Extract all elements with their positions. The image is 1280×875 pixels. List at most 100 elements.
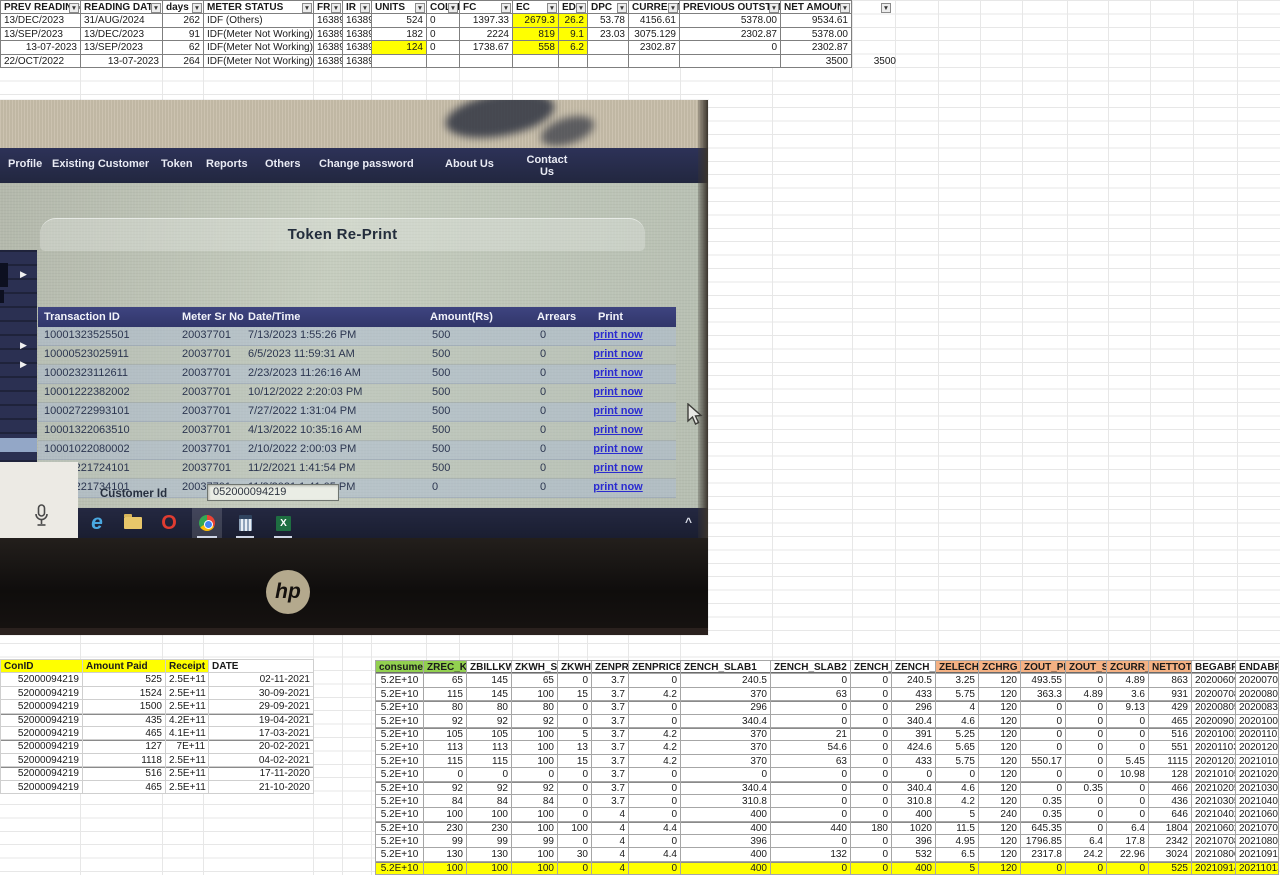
- sheet-cell[interactable]: 20210402: [1192, 808, 1236, 822]
- sheet-cell[interactable]: 0: [629, 794, 681, 809]
- menu-item-token[interactable]: Token: [161, 158, 193, 170]
- column-header[interactable]: NET AMOUNT ▼: [781, 1, 852, 15]
- sheet-cell[interactable]: 5: [558, 727, 592, 742]
- filter-arrow-icon[interactable]: ▼: [547, 2, 557, 13]
- sheet-cell[interactable]: 4.2: [936, 794, 979, 809]
- sheet-cell[interactable]: 310.8: [892, 794, 936, 809]
- print-now-link[interactable]: print now: [566, 367, 670, 379]
- filter-arrow-icon[interactable]: ▼: [69, 2, 79, 13]
- sheet-cell[interactable]: 6.4: [1066, 835, 1107, 849]
- sheet-cell[interactable]: 370: [681, 754, 771, 769]
- sheet-cell[interactable]: 3.7: [592, 701, 629, 715]
- sheet-cell[interactable]: 9534.61: [781, 14, 852, 28]
- sheet-cell[interactable]: [680, 54, 781, 68]
- sheet-cell[interactable]: 493.55: [1021, 674, 1066, 688]
- sheet-cell[interactable]: 4.2: [629, 687, 681, 702]
- column-header[interactable]: days ▼: [163, 1, 204, 15]
- sheet-cell[interactable]: 92: [467, 714, 512, 728]
- sheet-cell[interactable]: 5.2E+10: [376, 714, 424, 728]
- sheet-cell[interactable]: 3500: [781, 54, 852, 68]
- folder-icon[interactable]: [122, 512, 144, 534]
- sheet-cell[interactable]: 0: [851, 727, 892, 742]
- sheet-cell[interactable]: 370: [681, 687, 771, 702]
- sheet-cell[interactable]: 04-02-2021: [209, 753, 314, 768]
- sheet-cell[interactable]: 84: [512, 794, 558, 809]
- sheet-cell[interactable]: 52000094219: [1, 767, 83, 781]
- sheet-cell[interactable]: 4.6: [936, 781, 979, 795]
- sheet-cell[interactable]: 0: [512, 768, 558, 782]
- print-now-link[interactable]: print now: [566, 386, 670, 398]
- sheet-cell[interactable]: IDF(Meter Not Working): [204, 27, 314, 42]
- sheet-cell[interactable]: 100: [512, 808, 558, 822]
- sheet-cell[interactable]: 20200805: [1192, 701, 1236, 715]
- sheet-cell[interactable]: 340.4: [681, 714, 771, 728]
- sheet-cell[interactable]: 436: [1149, 794, 1192, 809]
- sheet-cell[interactable]: 20210914: [1192, 861, 1236, 875]
- sheet-cell[interactable]: 400: [681, 808, 771, 822]
- sheet-cell[interactable]: 80: [424, 701, 467, 715]
- sheet-cell[interactable]: 5.2E+10: [376, 848, 424, 862]
- sheet-cell[interactable]: 0: [1066, 727, 1107, 742]
- sheet-cell[interactable]: 3.6: [1107, 687, 1149, 702]
- sheet-cell[interactable]: 3.7: [592, 754, 629, 769]
- sheet-cell[interactable]: 20201002: [1192, 727, 1236, 742]
- sheet-cell[interactable]: IDF(Meter Not Working): [204, 54, 314, 68]
- sheet-cell[interactable]: 2317.8: [1021, 848, 1066, 862]
- sheet-cell[interactable]: 120: [979, 794, 1021, 809]
- column-header[interactable]: ZELECH_DU: [936, 661, 979, 675]
- sheet-cell[interactable]: 931: [1149, 687, 1192, 702]
- sheet-cell[interactable]: 92: [424, 714, 467, 728]
- sheet-cell[interactable]: 296: [892, 701, 936, 715]
- sheet-cell[interactable]: 2679.3: [513, 14, 559, 28]
- sheet-cell[interactable]: 53.78: [588, 14, 629, 28]
- sheet-cell[interactable]: 370: [681, 727, 771, 742]
- sheet-cell[interactable]: 91: [163, 27, 204, 42]
- sheet-cell[interactable]: 20200708: [1192, 687, 1236, 702]
- sheet-cell[interactable]: 120: [979, 701, 1021, 715]
- filter-arrow-icon[interactable]: ▼: [331, 2, 341, 13]
- sheet-cell[interactable]: 0: [629, 701, 681, 715]
- sheet-cell[interactable]: 0: [1107, 741, 1149, 755]
- sheet-cell[interactable]: 0: [771, 861, 851, 875]
- sheet-cell[interactable]: 0: [1107, 781, 1149, 795]
- sheet-cell[interactable]: 100: [512, 848, 558, 862]
- sheet-cell[interactable]: 0: [1021, 714, 1066, 728]
- column-header[interactable]: FR ▼: [314, 1, 343, 15]
- column-header[interactable]: ZENCH_SL: [851, 661, 892, 675]
- sheet-cell[interactable]: 9.13: [1107, 701, 1149, 715]
- sheet-cell[interactable]: 115: [467, 754, 512, 769]
- sheet-cell[interactable]: 0: [771, 835, 851, 849]
- sheet-cell[interactable]: 5378.00: [781, 27, 852, 42]
- sheet-cell[interactable]: 0: [771, 701, 851, 715]
- sheet-cell[interactable]: 0: [629, 861, 681, 875]
- sheet-cell[interactable]: 92: [467, 781, 512, 795]
- sheet-cell[interactable]: 2.5E+11: [166, 753, 209, 768]
- column-header[interactable]: ZENPRICE: [592, 661, 629, 675]
- sheet-cell[interactable]: 120: [979, 848, 1021, 862]
- menu-item-about-us[interactable]: About Us: [445, 158, 494, 170]
- sheet-cell[interactable]: 5.2E+10: [376, 768, 424, 782]
- sheet-cell[interactable]: 4.2: [629, 727, 681, 742]
- sheet-cell[interactable]: 0: [1021, 768, 1066, 782]
- sheet-cell[interactable]: 3.7: [592, 768, 629, 782]
- sheet-cell[interactable]: 113: [467, 741, 512, 755]
- sheet-cell[interactable]: 99: [467, 835, 512, 849]
- sheet-cell[interactable]: 0: [558, 674, 592, 688]
- print-now-link[interactable]: print now: [566, 348, 670, 360]
- sheet-cell[interactable]: 145: [467, 674, 512, 688]
- sheet-cell[interactable]: 0: [771, 768, 851, 782]
- sheet-cell[interactable]: 240.5: [892, 674, 936, 688]
- sheet-cell[interactable]: 5: [936, 861, 979, 875]
- sheet-cell[interactable]: 80: [467, 701, 512, 715]
- sheet-cell[interactable]: 4: [592, 821, 629, 836]
- sheet-cell[interactable]: 84: [467, 794, 512, 809]
- sheet-cell[interactable]: 0: [427, 41, 460, 55]
- filter-arrow-icon[interactable]: ▼: [769, 2, 779, 13]
- sheet-cell[interactable]: 52000094219: [1, 740, 83, 754]
- sheet-cell[interactable]: 5.25: [936, 727, 979, 742]
- sheet-cell[interactable]: 433: [892, 754, 936, 769]
- sheet-cell[interactable]: [588, 41, 629, 55]
- sheet-cell[interactable]: 19-04-2021: [209, 713, 314, 727]
- sheet-cell[interactable]: 0: [1066, 754, 1107, 769]
- sheet-cell[interactable]: 863: [1149, 674, 1192, 688]
